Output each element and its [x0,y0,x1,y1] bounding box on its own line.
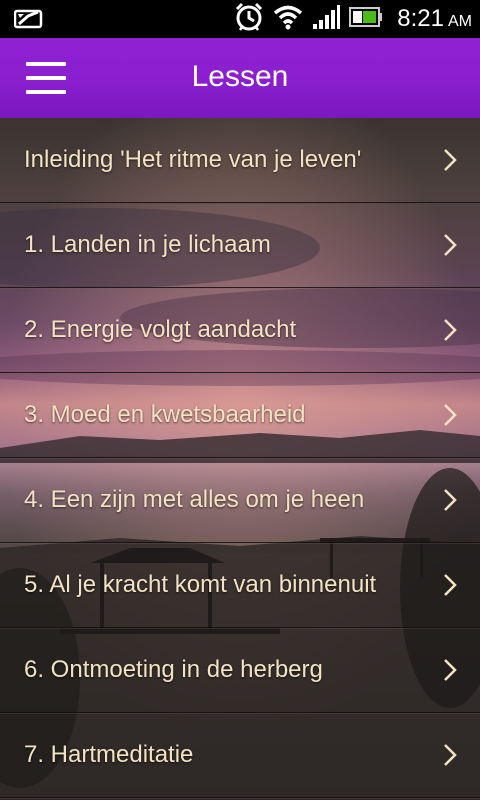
list-item[interactable]: 5. Al je kracht komt van binnenuit [0,543,480,628]
status-time: 8:21 AM [397,5,472,32]
status-icons: 8:21 AM [233,0,472,38]
chevron-right-icon [444,319,457,341]
list-item[interactable]: 4. Een zijn met alles om je heen [0,458,480,543]
status-ampm: AM [448,13,472,30]
list-item[interactable]: 2. Energie volgt aandacht [0,288,480,373]
lesson-label: 6. Ontmoeting in de herberg [24,656,323,683]
lesson-label: 7. Hartmeditatie [24,741,194,768]
lesson-label: 2. Energie volgt aandacht [24,316,297,343]
battery-icon [349,6,383,33]
lesson-label: 1. Landen in je lichaam [24,231,271,258]
alarm-icon [233,1,265,38]
lesson-label: 3. Moed en kwetsbaarheid [24,401,306,428]
app-screen: 8:21 AM Lessen Inleiding 'Het ritme van … [0,0,480,800]
chevron-right-icon [444,404,457,426]
list-item[interactable]: 1. Landen in je lichaam [0,203,480,288]
page-title: Lessen [191,60,289,93]
lesson-label: 4. Een zijn met alles om je heen [24,486,365,513]
list-item[interactable]: Inleiding 'Het ritme van je leven' [0,118,480,203]
chevron-right-icon [444,659,457,681]
app-bar: Lessen [0,38,480,118]
list-item[interactable]: 7. Hartmeditatie [0,713,480,798]
chevron-right-icon [444,489,457,511]
list-item[interactable]: 6. Ontmoeting in de herberg [0,628,480,713]
signal-icon [311,4,341,35]
chevron-right-icon [444,234,457,256]
chevron-right-icon [444,744,457,766]
chevron-right-icon [444,149,457,171]
lessons-list-container: Inleiding 'Het ritme van je leven' 1. La… [0,118,480,800]
list-item[interactable]: 3. Moed en kwetsbaarheid [0,373,480,458]
chevron-right-icon [444,574,457,596]
status-bar: 8:21 AM [0,0,480,38]
lessons-list: Inleiding 'Het ritme van je leven' 1. La… [0,118,480,798]
lesson-label: Inleiding 'Het ritme van je leven' [24,146,362,173]
wifi-icon [273,4,303,35]
notification-icon [13,8,44,35]
lesson-label: 5. Al je kracht komt van binnenuit [24,571,377,598]
